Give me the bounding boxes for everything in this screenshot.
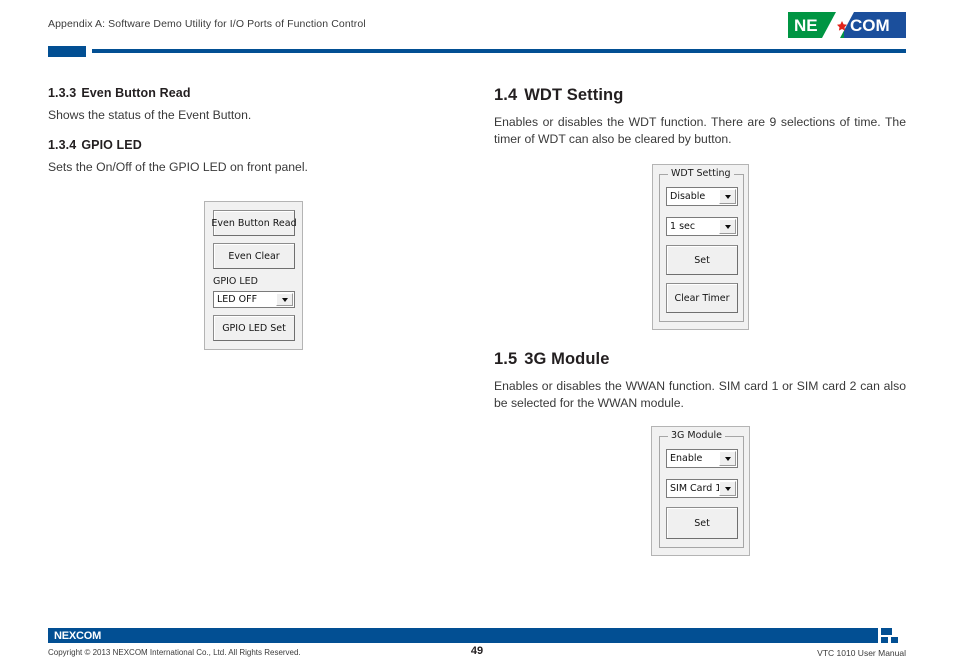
3g-sim-card-dropdown[interactable]: SIM Card 1 bbox=[666, 479, 738, 498]
even-clear-button[interactable]: Even Clear bbox=[213, 243, 295, 269]
chevron-down-icon[interactable] bbox=[719, 189, 736, 204]
3g-enable-dropdown[interactable]: Enable bbox=[666, 449, 738, 468]
paragraph-gpio-led: Sets the On/Off of the GPIO LED on front… bbox=[48, 160, 308, 174]
heading-number: 1.3.3 bbox=[48, 86, 77, 100]
gpio-led-label: GPIO LED bbox=[213, 276, 258, 287]
even-button-read-button[interactable]: Even Button Read bbox=[211, 210, 297, 236]
breadcrumb: Appendix A: Software Demo Utility for I/… bbox=[48, 18, 366, 30]
footer-manual-name: VTC 1010 User Manual bbox=[817, 648, 906, 658]
3g-module-dialog: 3G Module Enable SIM Card 1 Set bbox=[651, 426, 750, 556]
footer-decor-square-a bbox=[881, 628, 892, 635]
gpio-led-set-button[interactable]: GPIO LED Set bbox=[213, 315, 295, 341]
heading-number: 1.5 bbox=[494, 350, 518, 368]
wdt-setting-dialog: WDT Setting Disable 1 sec Set Clear Time… bbox=[652, 164, 749, 330]
3g-module-group-title: 3G Module bbox=[668, 430, 725, 441]
chevron-down-icon[interactable] bbox=[719, 481, 736, 496]
heading-even-button-read: 1.3.3 Even Button Read bbox=[48, 86, 448, 100]
heading-number: 1.4 bbox=[494, 86, 518, 104]
wdt-set-button[interactable]: Set bbox=[666, 245, 738, 275]
wdt-enable-value: Disable bbox=[670, 191, 706, 202]
page-number: 49 bbox=[470, 645, 484, 657]
heading-text: GPIO LED bbox=[81, 138, 142, 152]
wdt-time-dropdown[interactable]: 1 sec bbox=[666, 217, 738, 236]
3g-enable-value: Enable bbox=[670, 453, 703, 464]
svg-text:NE: NE bbox=[794, 16, 818, 35]
footer-decor-square-c bbox=[891, 637, 898, 643]
paragraph-3g-module: Enables or disables the WWAN function. S… bbox=[494, 379, 906, 410]
heading-wdt-setting: 1.4 WDT Setting bbox=[494, 86, 906, 105]
heading-3g-module: 1.5 3G Module bbox=[494, 350, 906, 369]
chevron-down-icon[interactable] bbox=[719, 219, 736, 234]
gpio-led-state-value: LED OFF bbox=[217, 294, 258, 305]
wdt-enable-dropdown[interactable]: Disable bbox=[666, 187, 738, 206]
heading-text: Even Button Read bbox=[81, 86, 191, 100]
header-rule-block bbox=[48, 46, 86, 57]
gpio-led-dialog: Even Button Read Even Clear GPIO LED LED… bbox=[204, 201, 303, 350]
right-column: 1.4 WDT Setting Enables or disables the W… bbox=[494, 86, 906, 168]
chevron-down-icon[interactable] bbox=[276, 293, 293, 306]
3g-set-button[interactable]: Set bbox=[666, 507, 738, 539]
3g-sim-card-value: SIM Card 1 bbox=[670, 483, 719, 494]
footer-bar bbox=[48, 628, 878, 643]
svg-text:COM: COM bbox=[850, 16, 890, 35]
heading-text: 3G Module bbox=[524, 350, 610, 368]
wdt-setting-group-title: WDT Setting bbox=[668, 168, 734, 179]
wdt-time-value: 1 sec bbox=[670, 221, 696, 232]
left-column: 1.3.3 Even Button Read Shows the status o… bbox=[48, 86, 448, 196]
nexcom-logo-icon: NE COM bbox=[788, 12, 906, 38]
footer-decor-square-b bbox=[881, 637, 888, 643]
paragraph-even-button-read: Shows the status of the Event Button. bbox=[48, 108, 252, 122]
chevron-down-icon[interactable] bbox=[719, 451, 736, 466]
paragraph-wdt-setting: Enables or disables the WDT function. Th… bbox=[494, 115, 906, 146]
heading-text: WDT Setting bbox=[524, 86, 624, 104]
wdt-clear-timer-button[interactable]: Clear Timer bbox=[666, 283, 738, 313]
right-column-3g: 1.5 3G Module Enables or disables the WWA… bbox=[494, 350, 906, 412]
gpio-led-state-dropdown[interactable]: LED OFF bbox=[213, 291, 295, 308]
heading-gpio-led: 1.3.4 GPIO LED bbox=[48, 138, 448, 152]
heading-number: 1.3.4 bbox=[48, 138, 77, 152]
header-rule-line bbox=[92, 49, 906, 53]
footer-logo: NEXCOM bbox=[54, 630, 102, 642]
